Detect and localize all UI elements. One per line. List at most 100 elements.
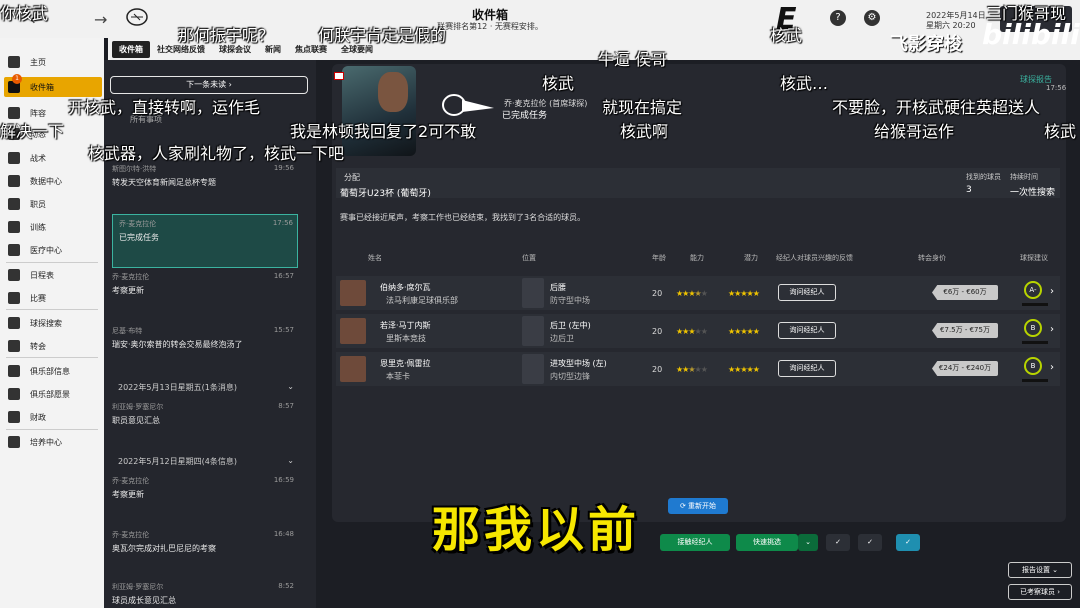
danmaku-comment: 那何振宇呢？ [178,26,275,45]
position-pitch-icon [522,316,544,346]
day-header[interactable]: 2022年5月12日星期四(4条信息) ⌄ [118,456,294,467]
list-item[interactable]: 尼基·布特 瑞安·奥尔索普的转会交易最终泡汤了 15:57 [112,326,298,356]
chevron-right-icon[interactable]: › [1050,324,1054,335]
home-icon [8,56,20,68]
staff-icon [8,198,20,210]
list-item[interactable]: 利亚姆·罗塞尼尔 职员意见汇总 8:57 [112,402,298,432]
sidebar-item-finances[interactable]: 财政 [4,407,102,427]
col-header[interactable]: 转会身价 [918,253,946,263]
danmaku-comment: 牛逼 侯哥 [598,50,668,69]
col-header[interactable]: 年龄 [652,253,666,263]
vision-icon [8,388,20,400]
table-row[interactable]: 恩里克·佩雷拉 本菲卡 进攻型中场 (左) 内切型边锋 20 ★★★★★ ★★★★★ 询问经纪… [336,352,1060,386]
ability-stars: ★★★★★ [676,289,708,298]
report-settings-button[interactable]: 报告设置 ⌄ [1008,562,1072,578]
sidebar-item-transfers[interactable]: 转会 [4,336,102,356]
ask-agent-button[interactable]: 询问经纪人 [778,360,836,377]
col-header[interactable]: 姓名 [368,253,382,263]
col-header[interactable]: 经纪人对球员兴趣的反馈 [776,253,853,263]
help-icon[interactable]: ? [830,10,846,26]
training-icon [8,221,20,233]
ability-stars: ★★★★★ [676,365,708,374]
tactics-icon [8,152,20,164]
sidebar-item-club-info[interactable]: 俱乐部信息 [4,361,102,381]
medical-icon [8,244,20,256]
scout-face [378,72,408,112]
player-photo [340,318,366,344]
quick-pick-dropdown[interactable]: ⌄ [798,534,818,551]
list-item-selected[interactable]: 乔·麦克拉伦 已完成任务 17:56 [112,214,298,268]
ask-agent-button[interactable]: 询问经纪人 [778,284,836,301]
player-name[interactable]: 恩里克·佩雷拉 [380,358,431,369]
sidebar-item-competitions[interactable]: 比赛 [4,288,102,308]
sidebar-item-medical[interactable]: 医疗中心 [4,240,102,260]
sidebar-divider [6,262,98,263]
col-header[interactable]: 潜力 [744,253,758,263]
player-photo [340,280,366,306]
contact-agent-button[interactable]: 接触经纪人 [660,534,730,551]
ask-agent-button[interactable]: 询问经纪人 [778,322,836,339]
sidebar-item-data-hub[interactable]: 数据中心 [4,171,102,191]
player-club[interactable]: 法马利康足球俱乐部 [386,295,458,306]
sidebar-item-training[interactable]: 训练 [4,217,102,237]
transfer-value: €24万 - €240万 [932,361,998,376]
nation-flag-icon [334,72,344,80]
position-pitch-icon [522,354,544,384]
player-club[interactable]: 里斯本竞技 [386,333,426,344]
player-club[interactable]: 本菲卡 [386,371,410,382]
position-pitch-icon [522,278,544,308]
danmaku-comment: 你核武 [0,4,49,23]
club-logo-icon [126,8,148,26]
danmaku-comment: 就现在搞定 [602,98,683,117]
streamer-watermark: 飞影穿梭 [890,34,962,55]
scout-grade: B [1024,319,1042,337]
quick-pick-button[interactable]: 快速挑选 [736,534,798,551]
potential-stars: ★★★★★ [728,365,760,374]
col-header[interactable]: 位置 [522,253,536,263]
chevron-right-icon[interactable]: › [1050,362,1054,373]
development-icon [8,436,20,448]
player-role: 内切型边锋 [550,372,590,381]
report-status: 已完成任务 [502,111,548,121]
sidebar-item-home[interactable]: 主页 [4,52,102,72]
tab-inbox[interactable]: 收件箱 [112,40,150,58]
danmaku-comment: 核武器，人家刷礼物了，核武一下吧 [88,144,345,163]
restart-button[interactable]: ⟳ 重新开始 [668,498,728,514]
chevron-down-icon: ⌄ [287,382,294,391]
danmaku-comment: 开核武，直接转啊，运作毛 [68,98,261,117]
calendar-icon [8,269,20,281]
chevron-right-icon[interactable]: › [1050,286,1054,297]
list-item[interactable]: 乔·麦克拉伦 奥瓦尔完成对扎巴尼尼的考察 16:48 [112,530,298,560]
list-item[interactable]: 乔·麦克拉伦 考察更新 16:59 [112,476,298,506]
next-unread-button[interactable]: 下一条未读 › [110,76,308,94]
sidebar-item-club-vision[interactable]: 俱乐部愿景 [4,384,102,404]
table-row[interactable]: 伯纳多·席尔瓦 法马利康足球俱乐部 后腰 防守型中场 20 ★★★★★ ★★★★★ 询问经纪人… [336,276,1060,310]
forward-arrow-icon[interactable]: → [94,10,107,29]
trophy-icon [8,292,20,304]
data-hub-icon [8,175,20,187]
player-name[interactable]: 若泽·马丁内斯 [380,320,431,331]
table-row[interactable]: 若泽·马丁内斯 里斯本竞技 后卫 (左中) 边后卫 20 ★★★★★ ★★★★★ 询问经纪人 €… [336,314,1060,348]
day-header[interactable]: 2022年5月13日星期五(1条消息) ⌄ [118,382,294,393]
settings-icon[interactable]: ⚙ [864,10,880,26]
player-role: 防守型中场 [550,296,590,305]
player-name[interactable]: 伯纳多·席尔瓦 [380,282,431,293]
list-item[interactable]: 斯图尔特·洪特 转发天空体育新闻足总杯专题 19:56 [112,164,298,194]
check-button[interactable]: ✓ [858,534,882,551]
assignment-value[interactable]: 葡萄牙U23杯 (葡萄牙) [340,186,431,199]
scouted-players-button[interactable]: 已考察球员 › [1008,584,1072,600]
danmaku-comment: 何朕宇肯定是假的 [318,26,447,45]
sidebar-item-staff[interactable]: 职员 [4,194,102,214]
sidebar-item-development[interactable]: 培养中心 [4,432,102,452]
sidebar-item-scouting[interactable]: 球探搜索 [4,313,102,333]
col-header[interactable]: 能力 [690,253,704,263]
sidebar-divider [6,309,98,310]
col-header[interactable]: 球探建议 [1020,253,1048,263]
confirm-button[interactable]: ✓ [896,534,920,551]
list-item[interactable]: 利亚姆·罗塞尼尔 球员成长意见汇总 8:52 [112,582,298,606]
potential-stars: ★★★★★ [728,327,760,336]
sidebar-item-schedule[interactable]: 日程表 [4,265,102,285]
list-item[interactable]: 乔·麦克拉伦 考察更新 16:57 [112,272,298,302]
player-position: 后卫 (左中) [550,321,591,330]
check-button[interactable]: ✓ [826,534,850,551]
